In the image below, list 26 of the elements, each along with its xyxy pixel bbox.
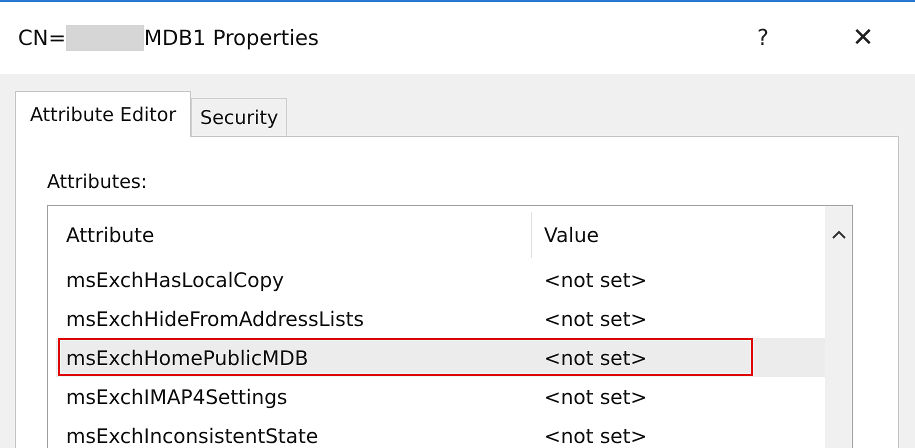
attribute-name: msExchInconsistentState [65,424,320,448]
help-button[interactable]: ? [733,13,793,63]
table-row[interactable]: msExchInconsistentState <not set> [56,416,825,448]
attribute-value: <not set> [543,384,648,408]
scrollbar[interactable] [825,206,852,448]
table-row[interactable]: msExchHomePublicMDB <not set> [56,338,825,377]
chevron-up-icon[interactable] [830,230,846,240]
table-row[interactable]: msExchIMAP4Settings <not set> [56,377,825,416]
attribute-name: msExchHomePublicMDB [65,346,310,370]
attribute-name: msExchHideFromAddressLists [65,306,365,330]
table-row[interactable]: msExchHasLocalCopy <not set> [56,260,825,299]
attribute-name: msExchIMAP4Settings [65,384,288,408]
table-row[interactable]: msExchHideFromAddressLists <not set> [56,299,825,338]
attribute-value: <not set> [543,306,648,330]
tab[interactable]: Attribute Editor [15,91,192,137]
tab[interactable]: Security [191,98,288,136]
attributes-label: Attributes: [47,171,148,193]
attribute-value: <not set> [543,424,648,448]
window-title: CN= [18,26,66,50]
column-header[interactable]: Attribute [56,212,532,258]
column-header[interactable]: Value [532,223,599,247]
attribute-name: msExchHasLocalCopy [65,268,285,292]
attribute-value: <not set> [543,268,648,292]
window-title: MDB1 Properties [144,26,319,50]
attribute-value: <not set> [543,346,648,370]
close-button[interactable]: ✕ [833,13,893,63]
